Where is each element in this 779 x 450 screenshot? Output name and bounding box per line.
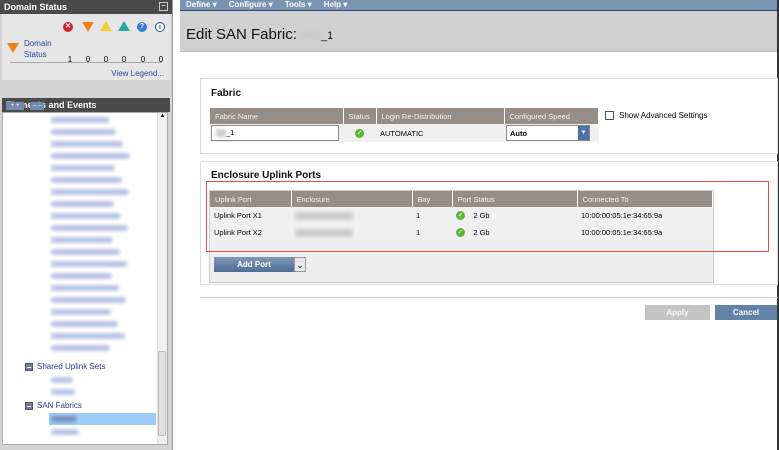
menu-bar: Define ▾ Configure ▾ Tools ▾ Help ▾	[180, 0, 779, 11]
status-ok-icon: ✓	[355, 128, 364, 138]
tree-item-redacted[interactable]	[51, 261, 127, 267]
scroll-thumb[interactable]	[158, 351, 166, 436]
menu-help[interactable]: Help ▾	[324, 0, 348, 10]
tree-node-san-fabrics[interactable]: SAN Fabrics	[25, 401, 82, 410]
elements-events-header: Elements and Events	[2, 98, 170, 112]
tree-item-redacted[interactable]	[51, 117, 109, 123]
tree-item-redacted[interactable]	[51, 297, 126, 303]
menu-tools[interactable]: Tools ▾	[285, 0, 312, 10]
collapse-icon[interactable]	[25, 401, 33, 410]
add-port-dropdown[interactable]: ⌄	[294, 257, 306, 272]
tree-item-redacted[interactable]	[51, 273, 112, 279]
tree-node-selected-fabric[interactable]	[49, 413, 156, 425]
elements-tree: Shared Uplink Sets SAN Fabrics ▲	[2, 112, 168, 445]
tree-item-redacted[interactable]	[51, 237, 113, 243]
apply-button[interactable]: Apply	[645, 305, 710, 320]
tree-item-redacted[interactable]	[51, 309, 111, 315]
domain-status-header: Domain Status −	[0, 0, 172, 14]
unknown-icon: ?	[137, 22, 147, 32]
collapse-icon[interactable]	[25, 362, 33, 371]
scroll-up-icon[interactable]: ▲	[158, 113, 167, 119]
login-redistribution-value: AUTOMATIC	[376, 124, 504, 142]
tree-item-redacted[interactable]	[51, 129, 116, 135]
info-icon: i	[155, 22, 165, 32]
tree-item-redacted[interactable]	[51, 345, 110, 351]
menu-configure[interactable]: Configure ▾	[229, 0, 273, 10]
tree-item-redacted[interactable]	[51, 201, 114, 207]
tree-item-redacted[interactable]	[51, 285, 119, 291]
menu-define[interactable]: Define ▾	[186, 0, 217, 10]
tree-scrollbar[interactable]: ▲	[157, 113, 167, 444]
fabric-title: Fabric	[211, 88, 242, 99]
view-legend-link[interactable]: View Legend...	[111, 69, 164, 78]
tree-node-shared-uplink-sets[interactable]: Shared Uplink Sets	[25, 362, 105, 371]
left-panel: Domain Status − ✕ ? i Domain Status 1 0 0 …	[0, 0, 173, 450]
divider	[10, 62, 162, 63]
divider	[200, 297, 778, 298]
page-title: Edit SAN Fabric: _1	[180, 11, 779, 52]
minimize-icon[interactable]: −	[159, 2, 168, 11]
highlight-box	[206, 181, 769, 252]
tree-item-redacted[interactable]	[51, 249, 120, 255]
domain-status-body: ✕ ? i Domain Status 1 0 0 0 0 0 View Lege…	[2, 14, 170, 80]
domain-major-icon	[7, 43, 19, 53]
minor-icon	[118, 21, 130, 31]
fabric-name-input[interactable]: _1	[211, 125, 339, 141]
tree-item-redacted[interactable]	[51, 141, 123, 147]
cancel-button[interactable]: Cancel	[715, 305, 777, 320]
tree-item-redacted[interactable]	[51, 213, 121, 219]
major-icon	[82, 22, 94, 32]
uplinks-panel: Enclosure Uplink Ports Uplink Port Enclos…	[200, 161, 778, 285]
expand-all-button[interactable]: + +	[6, 102, 24, 110]
fabric-panel: Fabric Fabric Name Status Login Re-Distrib…	[200, 78, 778, 154]
domain-status-link[interactable]: Domain Status	[24, 38, 52, 60]
configured-speed-select[interactable]: Auto ▼	[506, 125, 590, 141]
show-advanced-checkbox[interactable]: Show Advanced Settings	[605, 111, 708, 120]
chevron-down-icon[interactable]: ▼	[578, 126, 589, 140]
fabric-table: Fabric Name Status Login Re-Distribution Co…	[210, 108, 599, 142]
tree-item-redacted[interactable]	[51, 165, 115, 171]
uplinks-title: Enclosure Uplink Ports	[211, 170, 322, 181]
warning-icon	[100, 21, 112, 31]
collapse-all-button[interactable]: – –	[30, 102, 44, 110]
tree-item-redacted[interactable]	[51, 333, 125, 339]
tree-item-redacted[interactable]	[51, 177, 122, 183]
add-port-button[interactable]: Add Port	[214, 257, 294, 272]
tree-item-redacted[interactable]	[51, 153, 130, 159]
critical-icon: ✕	[63, 22, 73, 32]
tree-item-redacted[interactable]	[51, 189, 129, 195]
tree-item-redacted[interactable]	[51, 321, 118, 327]
tree-item-redacted[interactable]	[51, 225, 128, 231]
